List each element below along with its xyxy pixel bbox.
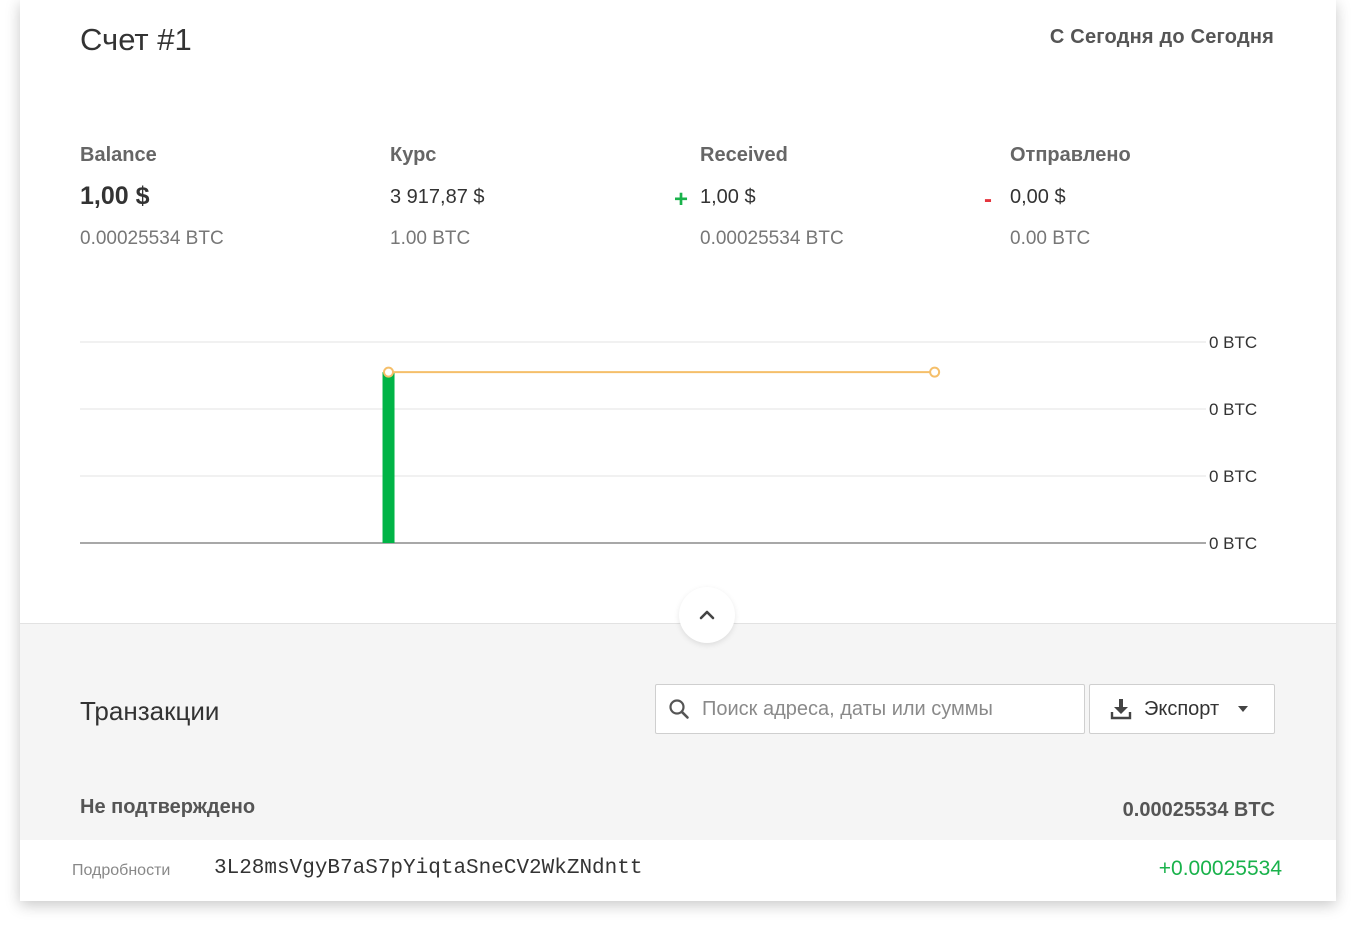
transaction-amount: +0.00025534 xyxy=(1158,857,1282,880)
stat-label: Отправлено xyxy=(1010,144,1131,166)
balance-point xyxy=(383,366,395,378)
stat-fiat-row: - 0,00 $ xyxy=(984,186,1310,213)
stat-btc: 0.00025534 BTC xyxy=(700,228,844,249)
stat-fiat: 0,00 $ xyxy=(1010,186,1066,208)
stat-fiat: 3 917,87 $ xyxy=(390,186,485,208)
export-label: Экспорт xyxy=(1144,697,1220,720)
chevron-up-icon xyxy=(699,610,715,620)
stat-rate: Курс 3 917,87 $ 1.00 BTC xyxy=(390,144,690,250)
stat-received: Received + 1,00 $ 0.00025534 BTC xyxy=(674,144,1000,250)
stat-btc: 1.00 BTC xyxy=(390,228,471,249)
stat-fiat: 1,00 $ xyxy=(700,186,756,208)
y-tick-label: 0 BTC xyxy=(1209,400,1257,419)
details-link[interactable]: Подробности xyxy=(72,862,170,880)
transactions-title: Транзакции xyxy=(80,696,220,726)
stat-sent: Отправлено - 0,00 $ 0.00 BTC xyxy=(984,144,1310,250)
account-summary: Счет #1 С Сегодня до Сегодня Balance 1,0… xyxy=(20,0,1336,623)
stat-label: Курс xyxy=(390,144,437,166)
download-icon xyxy=(1110,699,1132,720)
unconfirmed-total: 0.00025534 BTC xyxy=(1122,799,1275,821)
y-tick-label: 0 BTC xyxy=(1209,467,1257,486)
search-icon xyxy=(656,698,702,720)
chart-svg: 0 BTC 0 BTC 0 BTC 0 BTC xyxy=(80,333,1257,553)
stat-label: Received xyxy=(700,144,788,166)
collapse-chart-button[interactable] xyxy=(679,587,735,643)
stat-label: Balance xyxy=(80,144,157,166)
y-tick-label: 0 BTC xyxy=(1209,534,1257,553)
balance-point xyxy=(929,366,941,378)
transaction-row[interactable]: Подробности 3L28msVgyB7aS7pYiqtaSneCV2Wk… xyxy=(20,840,1336,901)
stat-btc: 0.00025534 BTC xyxy=(80,228,224,249)
search-input[interactable] xyxy=(702,697,1072,721)
export-button[interactable]: Экспорт xyxy=(1089,684,1275,734)
minus-icon: - xyxy=(984,186,992,213)
account-card: Счет #1 С Сегодня до Сегодня Balance 1,0… xyxy=(20,0,1336,901)
caret-down-icon xyxy=(1237,705,1249,713)
stat-btc: 0.00 BTC xyxy=(1010,228,1091,249)
y-tick-label: 0 BTC xyxy=(1209,333,1257,352)
date-range-picker[interactable]: С Сегодня до Сегодня xyxy=(1050,26,1274,49)
transaction-address: 3L28msVgyB7aS7pYiqtaSneCV2WkZNdntt xyxy=(214,857,643,880)
transactions-section: Транзакции Экспорт Не подтверждено 0.0 xyxy=(20,624,1336,901)
balance-chart: 0 BTC 0 BTC 0 BTC 0 BTC xyxy=(20,320,1336,570)
chart-bar xyxy=(382,372,395,543)
search-field[interactable] xyxy=(655,684,1085,734)
page-title: Счет #1 xyxy=(80,22,192,57)
unconfirmed-heading: Не подтверждено xyxy=(80,796,256,818)
plus-icon: + xyxy=(674,186,689,213)
stat-fiat: 1,00 $ xyxy=(80,182,150,210)
stat-fiat-row: + 1,00 $ xyxy=(674,186,1000,213)
stat-balance: Balance 1,00 $ 0.00025534 BTC xyxy=(80,144,380,250)
